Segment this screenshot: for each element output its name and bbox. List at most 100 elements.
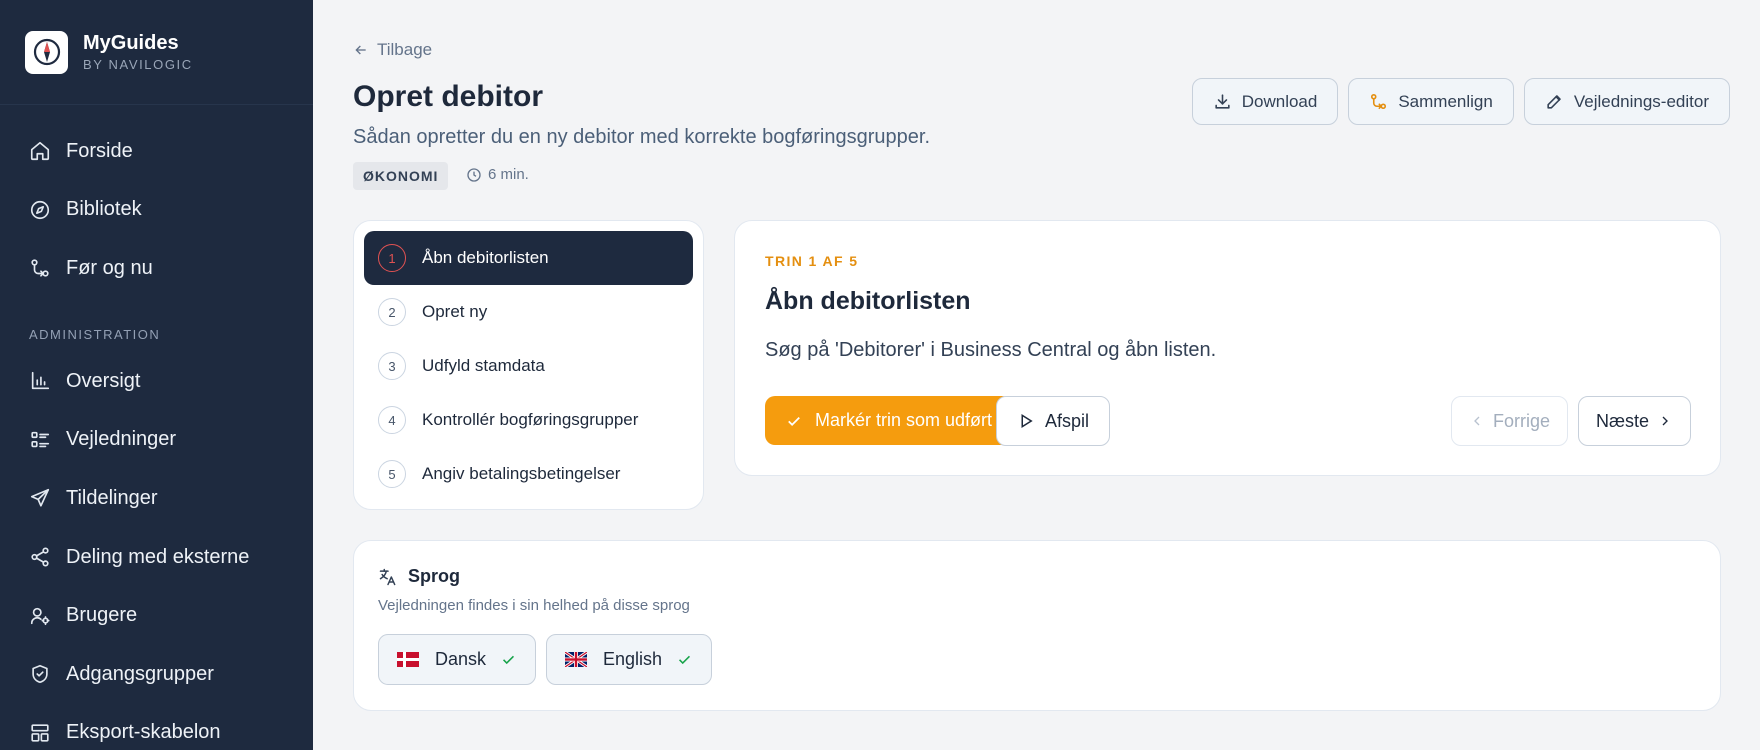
uk-flag-icon — [565, 652, 588, 667]
back-link[interactable]: Tilbage — [353, 40, 432, 60]
mark-step-done-label: Markér trin som udført — [815, 410, 993, 430]
step-label: Opret ny — [422, 302, 488, 321]
step-item-1[interactable]: 1 Åbn debitorlisten — [364, 231, 693, 285]
admin-nav: Oversigt Vejledninger Tildelinger Deling… — [0, 352, 313, 750]
sidebar-item-label: Deling med eksterne — [66, 545, 250, 568]
step-label: Udfyld stamdata — [422, 356, 545, 375]
header-actions: Download Sammenlign Vejlednings-editor — [1191, 78, 1730, 125]
denmark-flag-icon — [397, 652, 419, 667]
sidebar-item-label: Bibliotek — [66, 198, 142, 221]
step-number: 2 — [378, 298, 406, 326]
sidebar: MyGuides BY NAVILOGIC Forside Bibliotek … — [0, 0, 313, 750]
nav-section-label: ADMINISTRATION — [29, 327, 161, 342]
compare-button[interactable]: Sammenlign — [1348, 78, 1514, 125]
sidebar-item-brugere[interactable]: Brugere — [0, 586, 313, 645]
download-label: Download — [1241, 91, 1318, 111]
step-number: 5 — [378, 460, 406, 488]
page-subtitle: Sådan opretter du en ny debitor med korr… — [353, 126, 931, 148]
category-badge: ØKONOMI — [353, 162, 449, 190]
brand-name: MyGuides — [83, 32, 179, 54]
previous-label: Forrige — [1492, 410, 1550, 431]
sidebar-item-label: Tildelinger — [66, 486, 158, 509]
language-label: Dansk — [435, 649, 487, 669]
list-icon — [31, 431, 50, 448]
languages-subtitle: Vejledningen findes i sin helhed på diss… — [378, 597, 690, 614]
languages-panel: Sprog Vejledningen findes i sin helhed p… — [353, 540, 1721, 711]
previous-step-button[interactable]: Forrige — [1451, 396, 1568, 446]
sidebar-item-deling-med-eksterne[interactable]: Deling med eksterne — [0, 528, 313, 587]
steps-list: 1 Åbn debitorlisten 2 Opret ny 3 Udfyld … — [353, 220, 704, 510]
sidebar-item-label: Brugere — [66, 604, 138, 627]
home-icon — [30, 142, 50, 161]
back-label: Tilbage — [377, 40, 433, 59]
step-item-2[interactable]: 2 Opret ny — [364, 285, 693, 339]
git-compare-icon — [31, 259, 49, 278]
languages-title: Sprog — [408, 566, 460, 586]
sidebar-item-eksport-skabelon[interactable]: Eksport-skabelon — [0, 704, 313, 750]
duration-label: 6 min. — [488, 166, 529, 183]
play-label: Afspil — [1045, 410, 1090, 431]
brand-subtitle: BY NAVILOGIC — [83, 57, 193, 72]
layout-icon — [31, 724, 49, 742]
download-icon — [1215, 94, 1230, 109]
mark-step-done-button[interactable]: Markér trin som udført — [765, 396, 1013, 445]
step-item-4[interactable]: 4 Kontrollér bogføringsgrupper — [364, 393, 693, 447]
sidebar-item-foer-og-nu[interactable]: Før og nu — [0, 239, 313, 298]
sidebar-item-label: Før og nu — [66, 256, 153, 279]
chevron-left-icon — [1474, 416, 1480, 426]
check-icon — [503, 655, 515, 665]
send-icon — [30, 489, 50, 508]
next-step-button[interactable]: Næste — [1578, 396, 1691, 446]
sidebar-item-forside[interactable]: Forside — [0, 122, 313, 181]
step-number: 4 — [378, 406, 406, 434]
next-label: Næste — [1595, 410, 1649, 431]
share-icon — [31, 547, 49, 567]
sidebar-item-label: Eksport-skabelon — [66, 721, 221, 744]
step-item-5[interactable]: 5 Angiv betalingsbetingelser — [364, 447, 693, 501]
sidebar-item-bibliotek[interactable]: Bibliotek — [0, 181, 313, 240]
arrow-left-icon — [355, 45, 366, 55]
main-content: Tilbage Opret debitor Sådan opretter du … — [313, 0, 1760, 750]
step-item-3[interactable]: 3 Udfyld stamdata — [364, 339, 693, 393]
step-title: Åbn debitorlisten — [765, 287, 971, 315]
step-description: Søg på 'Debitorer' i Business Central og… — [765, 339, 1217, 361]
sidebar-item-tildelinger[interactable]: Tildelinger — [0, 469, 313, 528]
step-label: Åbn debitorlisten — [422, 248, 549, 267]
step-number: 3 — [378, 352, 406, 380]
step-counter: TRIN 1 AF 5 — [765, 253, 859, 269]
sidebar-item-label: Oversigt — [66, 369, 141, 392]
compass-logo-icon — [25, 30, 68, 74]
sidebar-item-vejledninger[interactable]: Vejledninger — [0, 411, 313, 470]
step-label: Angiv betalingsbetingelser — [422, 464, 621, 483]
sidebar-item-adgangsgrupper[interactable]: Adgangsgrupper — [0, 645, 313, 704]
translate-icon — [379, 568, 396, 585]
language-chip-dansk[interactable]: Dansk — [378, 634, 537, 685]
shield-icon — [32, 665, 48, 684]
user-cog-icon — [30, 607, 50, 625]
clock-icon — [467, 167, 481, 182]
sidebar-item-oversigt[interactable]: Oversigt — [0, 352, 313, 411]
play-icon — [1021, 414, 1033, 428]
play-button[interactable]: Afspil — [996, 396, 1111, 446]
check-icon — [679, 655, 691, 665]
sidebar-item-label: Vejledninger — [66, 428, 177, 451]
duration: 6 min. — [466, 166, 529, 183]
brand[interactable]: MyGuides BY NAVILOGIC — [0, 0, 313, 105]
guide-editor-label: Vejlednings-editor — [1573, 91, 1709, 111]
step-label: Kontrollér bogføringsgrupper — [422, 410, 639, 429]
sidebar-item-label: Forside — [66, 139, 133, 162]
git-compare-icon — [1371, 93, 1387, 110]
step-number: 1 — [378, 244, 406, 272]
pencil-icon — [1547, 95, 1561, 109]
main-nav: Forside Bibliotek Før og nu — [0, 122, 313, 298]
guide-editor-button[interactable]: Vejlednings-editor — [1523, 78, 1730, 125]
step-detail: TRIN 1 AF 5 Åbn debitorlisten Søg på 'De… — [734, 220, 1721, 476]
download-button[interactable]: Download — [1191, 78, 1339, 125]
check-icon — [788, 416, 800, 426]
page-title: Opret debitor — [353, 80, 544, 113]
compass-icon — [30, 200, 50, 219]
bar-chart-icon — [31, 372, 50, 390]
sidebar-item-label: Adgangsgrupper — [66, 662, 214, 685]
chevron-right-icon — [1662, 416, 1668, 426]
language-chip-english[interactable]: English — [546, 634, 713, 685]
